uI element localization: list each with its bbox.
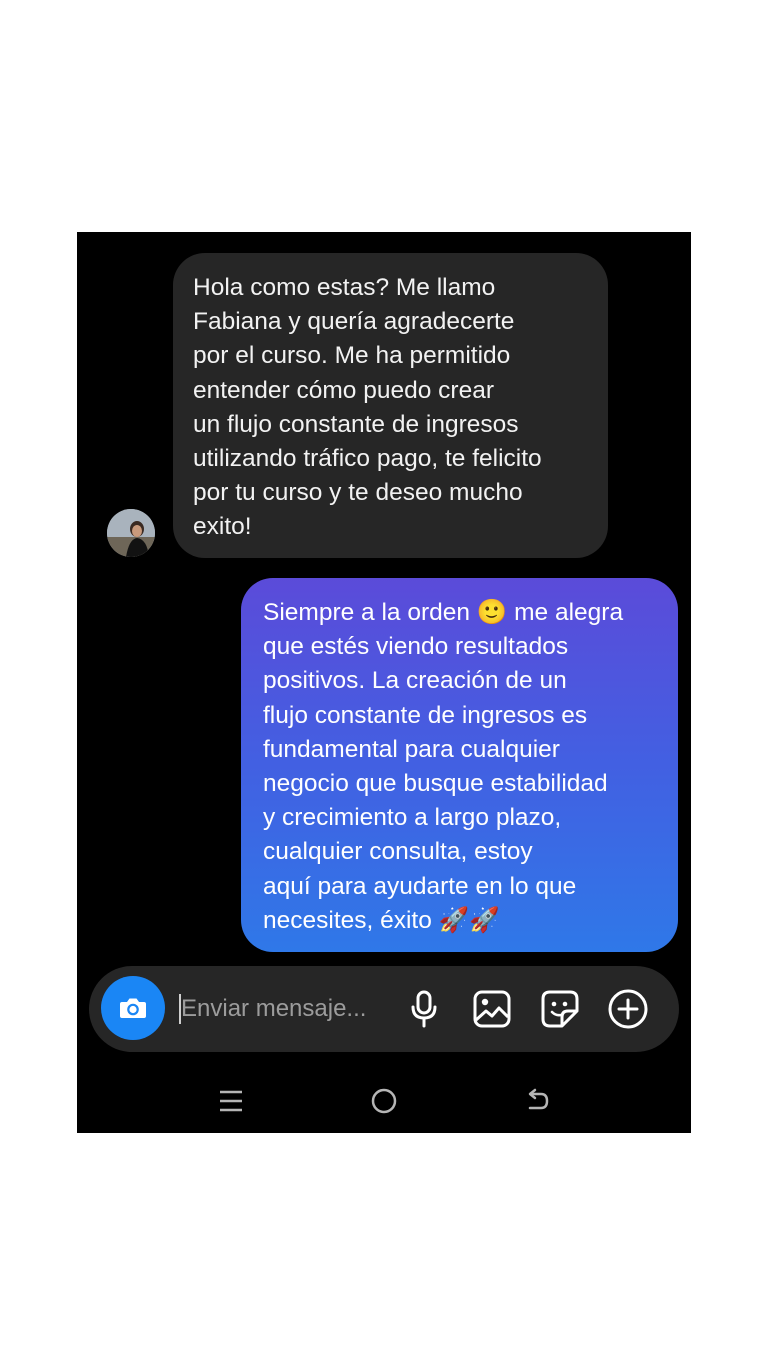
microphone-button[interactable] [403,988,445,1030]
message-line: flujo constante de ingresos es [263,701,588,729]
home-button[interactable] [367,1084,401,1118]
back-icon [528,1088,549,1110]
message-line: por el curso. Me ha permitido [193,342,511,370]
sender-avatar[interactable] [107,509,155,557]
system-navigation-bar [77,1080,691,1120]
message-input-wrap [179,992,399,1026]
message-line: Siempre a la orden 🙂 me alegra [263,599,624,626]
message-line: fundamental para cualquier [263,735,560,763]
outgoing-message-bubble[interactable]: Siempre a la orden 🙂 me alegra que estés… [241,578,678,952]
message-line: exito! [193,513,252,541]
message-line: utilizando tráfico pago, te felicito [193,445,542,473]
message-line: aquí para ayudarte en lo que [263,872,577,900]
message-line: que estés viendo resultados [263,633,569,661]
message-line: cualquier consulta, estoy [263,838,533,866]
chat-screen: Hola como estas? Me llamo Fabiana y quer… [77,232,691,1133]
recent-apps-icon [220,1090,242,1112]
back-button[interactable] [520,1084,554,1118]
message-line: negocio que busque estabilidad [263,770,608,798]
gallery-icon [473,990,511,1028]
message-line: y crecimiento a largo plazo, [263,804,562,832]
incoming-message-bubble[interactable]: Hola como estas? Me llamo Fabiana y quer… [173,253,608,558]
camera-icon [120,998,146,1018]
message-line: positivos. La creación de un [263,667,567,695]
message-line: Hola como estas? Me llamo [193,274,496,301]
add-button[interactable] [607,988,649,1030]
message-line: por tu curso y te deseo mucho [193,479,523,507]
avatar-photo [107,509,155,557]
message-input[interactable] [181,992,396,1026]
recent-apps-button[interactable] [214,1084,248,1118]
message-line: entender cómo puedo crear [193,376,494,404]
home-icon [371,1088,397,1114]
sticker-button[interactable] [539,988,581,1030]
message-composer [89,966,679,1052]
sticker-icon [541,990,579,1028]
add-icon [608,989,648,1029]
message-line: necesites, éxito 🚀🚀 [263,906,500,934]
camera-button[interactable] [101,976,165,1040]
gallery-button[interactable] [471,988,513,1030]
message-line: Fabiana y quería agradecerte [193,308,515,336]
message-line: un flujo constante de ingresos [193,410,519,438]
microphone-icon [411,990,437,1028]
